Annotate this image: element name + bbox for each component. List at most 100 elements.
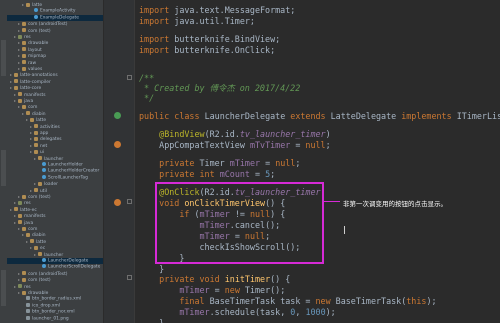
- tree-item[interactable]: ▸ com (androidTest): [7, 271, 103, 277]
- tree-item-label: launcher: [44, 156, 64, 162]
- tree-item[interactable]: ▸ delegates: [7, 136, 103, 142]
- tree-item[interactable]: btn_border_radius.xml: [7, 296, 103, 302]
- tree-item[interactable]: LauncherDelegate: [7, 258, 103, 264]
- tree-item[interactable]: ▸ raw: [7, 60, 103, 66]
- tree-item[interactable]: ▸ com (test): [7, 28, 103, 34]
- tree-item[interactable]: ▸ layout: [7, 47, 103, 53]
- tree-item[interactable]: ▸ latte-compiler: [7, 79, 103, 85]
- tree-item[interactable]: ▸ res: [7, 200, 103, 206]
- implements-gutter-icon[interactable]: [114, 112, 121, 119]
- code-line[interactable]: * Created by 傅令杰 on 2017/4/22: [139, 82, 300, 94]
- tree-item[interactable]: ▸ launcher: [7, 156, 103, 162]
- tree-item[interactable]: ▸ diabin: [7, 232, 103, 238]
- code-line[interactable]: import butterknife.OnClick;: [139, 44, 275, 56]
- code-line[interactable]: private int mCount = 5;: [139, 168, 275, 180]
- tree-item[interactable]: ▸ com: [7, 226, 103, 232]
- tree-item[interactable]: LauncherScrollDelegate: [7, 264, 103, 270]
- tree-item[interactable]: ▸ net: [7, 143, 103, 149]
- code-line[interactable]: import java.util.Timer;: [139, 15, 255, 27]
- tree-item[interactable]: ▸ latte: [7, 239, 103, 245]
- folder-icon: [18, 284, 22, 289]
- code-line[interactable]: AppCompatTextView mTvTimer = null;: [139, 139, 330, 151]
- tree-item[interactable]: ▸ java: [7, 220, 103, 226]
- tree-item[interactable]: ▸ manifests: [7, 213, 103, 219]
- structure-tool-tab[interactable]: [1, 150, 6, 186]
- code-token: ): [325, 129, 331, 139]
- tree-item[interactable]: ▸ com (androidTest): [7, 21, 103, 28]
- tree-item[interactable]: ▸ latte: [7, 117, 103, 123]
- folder-icon: [22, 66, 26, 71]
- tree-item[interactable]: ▸ res: [7, 34, 103, 40]
- fold-marker[interactable]: [127, 275, 132, 280]
- tree-item[interactable]: ▸ latte-ec: [7, 207, 103, 213]
- code-token: mTimer: [179, 307, 210, 317]
- tree-item[interactable]: ▸ loader: [7, 181, 103, 187]
- view-binding-gutter-icon[interactable]: [114, 141, 121, 148]
- code-line[interactable]: */: [139, 92, 154, 104]
- code-editor[interactable]: import java.text.MessageFormat; import ja…: [135, 0, 500, 323]
- annotation-pointer: [324, 201, 340, 202]
- folder-icon: [26, 232, 30, 237]
- code-token: ;: [270, 169, 276, 179]
- tree-item[interactable]: ▸ util: [7, 188, 103, 194]
- tree-item-label: com (androidTest): [28, 22, 68, 28]
- tree-item[interactable]: launcher_01.png: [7, 315, 103, 322]
- java-class-icon: [34, 8, 38, 13]
- tree-item[interactable]: ▸ java: [7, 98, 103, 104]
- file-icon: [26, 315, 30, 320]
- code-token: ITimerListener {: [456, 111, 500, 121]
- tree-item[interactable]: ico_drop.xml: [7, 302, 103, 309]
- tree-item[interactable]: ▸ latte-annotations: [7, 72, 103, 78]
- tree-item[interactable]: ▸ drawable: [7, 290, 103, 296]
- tree-item-label: LauncherDelegate: [48, 258, 89, 264]
- tree-item[interactable]: ScrollLauncherTag: [7, 174, 103, 181]
- fold-marker[interactable]: [127, 75, 132, 80]
- tree-item-label: drawable: [28, 41, 49, 47]
- tree-item-label: btn_border_radius.xml: [32, 296, 82, 302]
- code-token: 1000: [305, 307, 326, 317]
- code-line[interactable]: mTimer.schedule(task, 0, 1000);: [139, 306, 336, 318]
- tree-item[interactable]: ▸ ui: [7, 149, 103, 155]
- tree-item[interactable]: ▸ com (test): [7, 194, 103, 200]
- tree-item[interactable]: ▸ com: [7, 104, 103, 110]
- tree-item[interactable]: ▸ latte: [7, 2, 103, 8]
- tree-item[interactable]: ▸ values: [7, 66, 103, 72]
- code-token: );: [325, 307, 336, 317]
- code-line[interactable]: }: [139, 317, 164, 323]
- tree-item[interactable]: ▸ activities: [7, 124, 103, 130]
- code-token: this: [406, 296, 427, 306]
- tree-item-label: diabin: [32, 111, 46, 117]
- tree-item[interactable]: btn_border_nor.xml: [7, 309, 103, 315]
- code-token: null: [305, 140, 326, 150]
- folder-icon: [34, 143, 38, 148]
- tree-item[interactable]: ▸ drawable: [7, 40, 103, 47]
- tree-item[interactable]: ExampleDelegate: [7, 14, 103, 21]
- tree-item[interactable]: ▸ ec: [7, 245, 103, 251]
- folder-icon: [22, 277, 26, 282]
- favorites-tool-tab[interactable]: [1, 270, 6, 306]
- tree-item[interactable]: ▸ manifests: [7, 92, 103, 98]
- tree-item[interactable]: LauncherHolderCreator: [7, 168, 103, 174]
- tree-item[interactable]: LauncherHolder: [7, 162, 103, 168]
- tree-item-label: res: [24, 35, 31, 40]
- tree-item[interactable]: ▸ diabin: [7, 111, 103, 117]
- fold-marker[interactable]: [127, 199, 132, 204]
- project-tool-tab[interactable]: [1, 40, 6, 76]
- code-line[interactable]: public class LauncherDelegate extends La…: [139, 110, 500, 122]
- onclick-gutter-icon[interactable]: [114, 199, 121, 206]
- tree-item[interactable]: ExampleActivity: [7, 8, 103, 14]
- tree-item[interactable]: ▸ com (test): [7, 277, 103, 284]
- tree-item[interactable]: ▸ app: [7, 130, 103, 136]
- tree-item[interactable]: ▸ launcher: [7, 252, 103, 258]
- code-token: butterknife.OnClick;: [174, 45, 276, 55]
- project-tree-panel: ▸ latte ExampleActivity ExampleDelegate ▸ com…: [7, 0, 104, 323]
- tree-item[interactable]: ▸ latte-core: [7, 85, 103, 91]
- tree-item-label: com (test): [28, 278, 51, 284]
- java-class-icon: [42, 162, 46, 166]
- tree-item[interactable]: ▸ mipmap: [7, 53, 103, 59]
- code-token: new: [224, 285, 245, 295]
- tree-item[interactable]: ▸ res: [7, 284, 103, 290]
